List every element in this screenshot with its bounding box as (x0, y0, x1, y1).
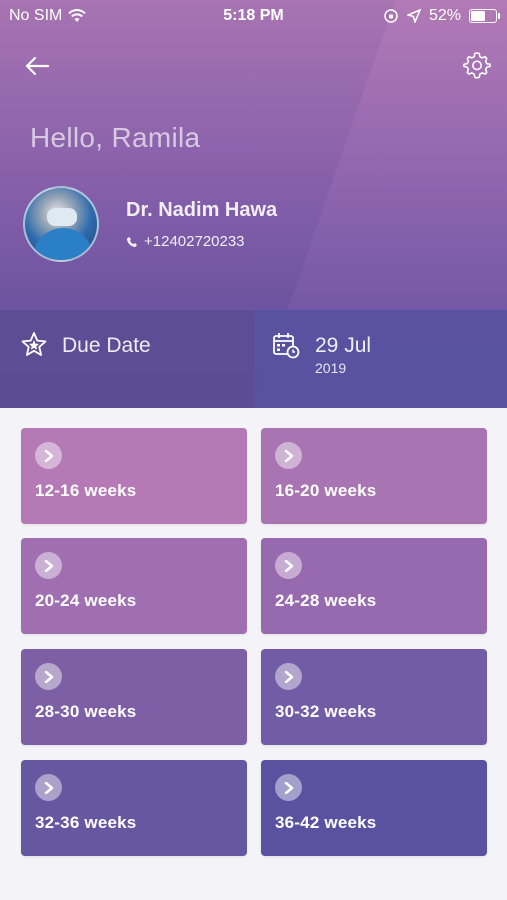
week-card-label: 16-20 weeks (275, 481, 377, 500)
chevron-right-icon (35, 663, 62, 690)
week-card-20-24[interactable]: 20-24 weeks (21, 538, 247, 634)
status-right: 52% (383, 7, 500, 25)
week-card-36-42[interactable]: 36-42 weeks (261, 760, 487, 856)
phone-number: +12402720233 (144, 233, 245, 250)
chevron-right-icon (275, 774, 302, 801)
week-card-label: 30-32 weeks (275, 702, 377, 721)
battery-icon (469, 9, 500, 23)
phone-icon (127, 236, 137, 247)
week-card-30-32[interactable]: 30-32 weeks (261, 649, 487, 745)
profile-header: No SIM 5:18 PM 52% Hello, Ramila Dr. Nad… (0, 0, 507, 408)
week-card-32-36[interactable]: 32-36 weeks (21, 760, 247, 856)
due-date-year: 2019 (315, 360, 347, 376)
settings-gear-icon[interactable] (462, 50, 492, 80)
week-card-28-30[interactable]: 28-30 weeks (21, 649, 247, 745)
battery-percent: 52% (428, 7, 461, 24)
greeting-text: Hello, Ramila (30, 122, 201, 153)
chevron-right-icon (35, 552, 62, 579)
week-card-label: 12-16 weeks (35, 481, 137, 500)
week-card-12-16[interactable]: 12-16 weeks (21, 428, 247, 524)
due-date-label-panel (0, 310, 254, 408)
location-arrow-icon (406, 9, 421, 23)
week-card-16-20[interactable]: 16-20 weeks (261, 428, 487, 524)
back-arrow-icon[interactable] (22, 52, 52, 80)
chevron-right-icon (275, 442, 302, 469)
star-badge-icon (21, 332, 47, 356)
week-card-label: 32-36 weeks (35, 813, 137, 832)
due-date-label: Due Date (62, 334, 151, 357)
doctor-avatar (23, 186, 99, 262)
week-card-label: 20-24 weeks (35, 591, 137, 610)
doctor-name: Dr. Nadim Hawa (126, 199, 278, 221)
due-date-value-panel (254, 310, 507, 408)
chevron-right-icon (35, 442, 62, 469)
orientation-lock-icon (384, 9, 398, 23)
week-card-24-28[interactable]: 24-28 weeks (261, 538, 487, 634)
calendar-clock-icon (273, 333, 300, 359)
chevron-right-icon (35, 774, 62, 801)
chevron-right-icon (275, 552, 302, 579)
doctor-phone[interactable]: +12402720233 (126, 233, 245, 250)
due-date-value: 29 Jul (315, 334, 372, 357)
week-card-label: 24-28 weeks (275, 591, 377, 610)
status-bar: No SIM 5:18 PM 52% (0, 0, 507, 32)
chevron-right-icon (275, 663, 302, 690)
week-card-label: 28-30 weeks (35, 702, 137, 721)
week-card-label: 36-42 weeks (275, 813, 377, 832)
